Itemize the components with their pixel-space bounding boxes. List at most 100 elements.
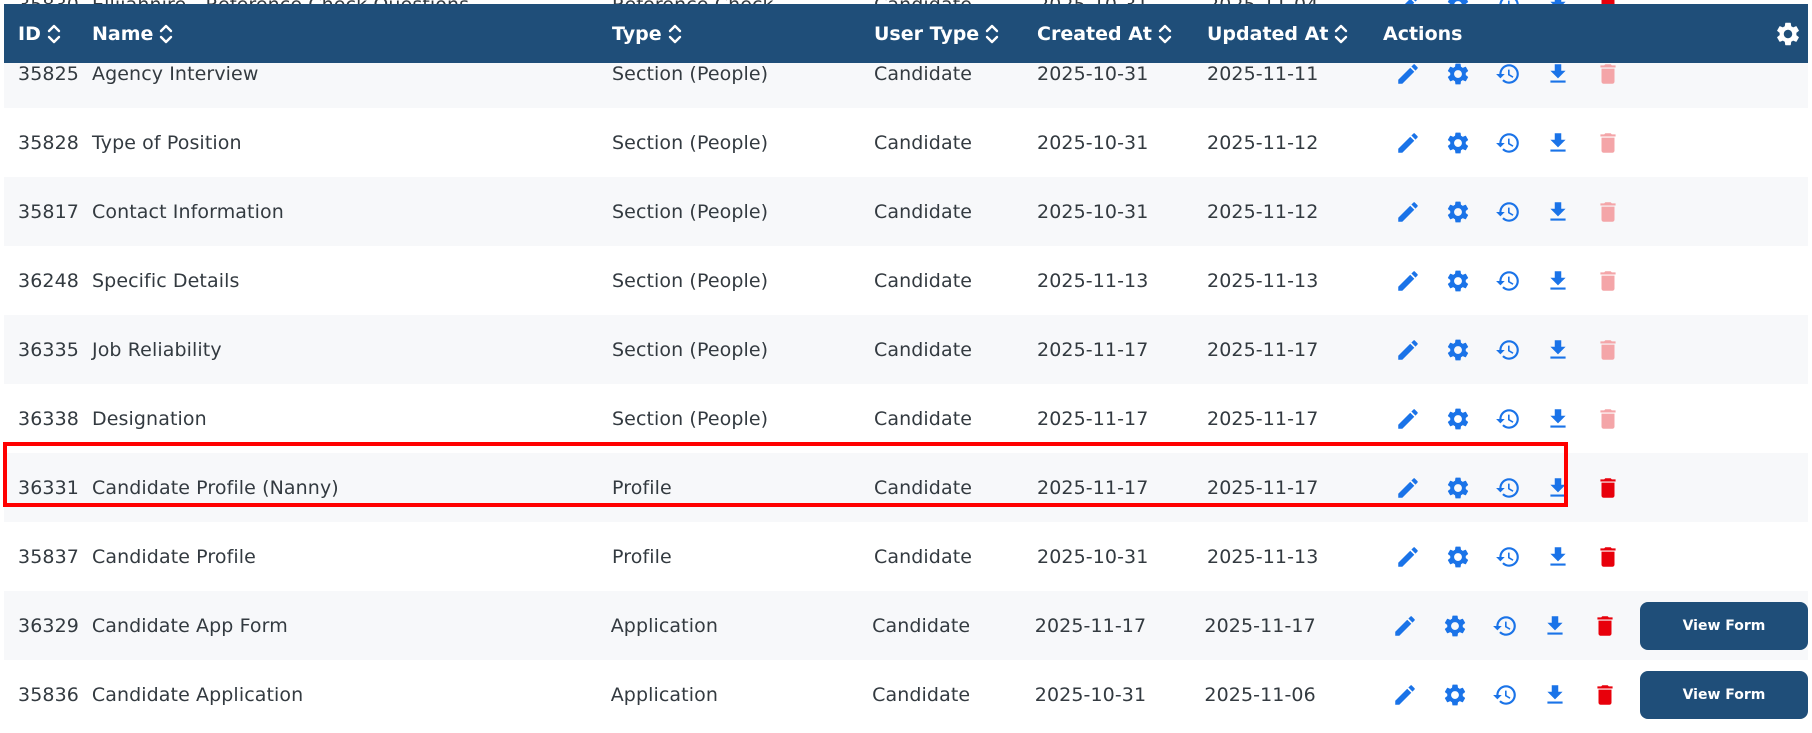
cell-user-type: Candidate [874, 269, 973, 292]
cell-user-type: Candidate [872, 614, 971, 637]
history-icon[interactable] [1480, 611, 1530, 641]
edit-icon[interactable] [1383, 542, 1433, 572]
edit-icon[interactable] [1383, 473, 1433, 503]
cell-created-at: 2025-10-31 [1037, 545, 1149, 568]
settings-icon[interactable] [1430, 680, 1480, 710]
download-icon[interactable] [1533, 128, 1583, 158]
cell-name: Candidate Application [91, 683, 304, 706]
delete-icon[interactable] [1580, 680, 1630, 710]
delete-icon [1583, 59, 1633, 89]
sort-icon[interactable] [985, 22, 999, 46]
row-actions [1383, 404, 1808, 434]
cell-type: Application [610, 683, 718, 706]
download-icon[interactable] [1533, 266, 1583, 296]
download-icon[interactable] [1530, 611, 1580, 641]
column-header-id[interactable]: ID [18, 22, 61, 46]
settings-icon[interactable] [1433, 542, 1483, 572]
download-icon[interactable] [1530, 680, 1580, 710]
edit-icon[interactable] [1383, 404, 1433, 434]
cell-user-type: Candidate [874, 131, 973, 154]
delete-icon [1583, 266, 1633, 296]
cell-created-at: 2025-10-31 [1034, 683, 1147, 706]
sort-icon[interactable] [668, 22, 682, 46]
settings-icon[interactable] [1433, 128, 1483, 158]
sort-icon[interactable] [159, 22, 173, 46]
edit-icon[interactable] [1383, 128, 1433, 158]
cell-name: Candidate Profile [92, 545, 256, 568]
table-header: ID Name Type User Type Created At Update… [4, 4, 1808, 63]
history-icon[interactable] [1483, 128, 1533, 158]
column-header-name[interactable]: Name [92, 22, 173, 46]
gear-icon[interactable] [1774, 20, 1802, 48]
cell-user-type: Candidate [874, 200, 973, 223]
cell-user-type: Candidate [874, 338, 973, 361]
download-icon[interactable] [1533, 404, 1583, 434]
column-header-user-type[interactable]: User Type [874, 22, 999, 46]
sort-icon[interactable] [1334, 22, 1348, 46]
cell-updated-at: 2025-11-17 [1207, 476, 1319, 499]
row-actions [1383, 473, 1808, 503]
edit-icon[interactable] [1383, 197, 1433, 227]
download-icon[interactable] [1533, 542, 1583, 572]
edit-icon[interactable] [1383, 335, 1433, 365]
history-icon[interactable] [1483, 59, 1533, 89]
cell-created-at: 2025-11-17 [1037, 407, 1149, 430]
cell-updated-at: 2025-11-17 [1207, 338, 1319, 361]
sort-icon[interactable] [1158, 22, 1172, 46]
cell-type: Application [610, 614, 718, 637]
sort-icon[interactable] [47, 22, 61, 46]
settings-icon[interactable] [1433, 335, 1483, 365]
row-actions [1383, 335, 1808, 365]
history-icon[interactable] [1480, 680, 1530, 710]
history-icon[interactable] [1483, 473, 1533, 503]
cell-created-at: 2025-10-31 [1037, 62, 1149, 85]
edit-icon[interactable] [1383, 59, 1433, 89]
cell-id: 36331 [18, 476, 79, 499]
history-icon[interactable] [1483, 266, 1533, 296]
cell-created-at: 2025-10-31 [1037, 131, 1149, 154]
cell-updated-at: 2025-11-17 [1204, 614, 1316, 637]
cell-user-type: Candidate [874, 545, 973, 568]
column-header-updated-at[interactable]: Updated At [1207, 22, 1348, 46]
cell-id: 35825 [18, 62, 79, 85]
cell-name: Agency Interview [92, 62, 259, 85]
download-icon[interactable] [1533, 335, 1583, 365]
cell-updated-at: 2025-11-13 [1207, 545, 1319, 568]
view-form-button[interactable]: View Form [1640, 601, 1808, 650]
view-form-button[interactable]: View Form [1640, 670, 1808, 719]
column-header-type[interactable]: Type [612, 22, 682, 46]
download-icon[interactable] [1533, 59, 1583, 89]
history-icon[interactable] [1483, 197, 1533, 227]
cell-id: 36329 [18, 614, 79, 637]
history-icon[interactable] [1483, 404, 1533, 434]
settings-icon[interactable] [1433, 473, 1483, 503]
history-icon[interactable] [1483, 335, 1533, 365]
delete-icon[interactable] [1580, 611, 1630, 641]
cell-name: Candidate Profile (Nanny) [92, 476, 339, 499]
download-icon[interactable] [1533, 473, 1583, 503]
row-actions: View Form [1380, 670, 1808, 719]
settings-icon[interactable] [1433, 404, 1483, 434]
settings-icon[interactable] [1433, 197, 1483, 227]
settings-icon[interactable] [1430, 611, 1480, 641]
delete-icon[interactable] [1583, 473, 1633, 503]
edit-icon[interactable] [1380, 680, 1430, 710]
column-header-created-at[interactable]: Created At [1037, 22, 1172, 46]
cell-type: Profile [612, 545, 672, 568]
edit-icon[interactable] [1380, 611, 1430, 641]
history-icon[interactable] [1483, 542, 1533, 572]
delete-icon[interactable] [1583, 542, 1633, 572]
row-actions [1383, 59, 1808, 89]
table-row: 36335 Job Reliability Section (People) Cand… [4, 315, 1808, 384]
cell-updated-at: 2025-11-17 [1207, 407, 1319, 430]
cell-id: 36335 [18, 338, 79, 361]
download-icon[interactable] [1533, 197, 1583, 227]
cell-user-type: Candidate [874, 476, 973, 499]
settings-icon[interactable] [1433, 266, 1483, 296]
table-row: 36338 Designation Section (People) Candidat… [4, 384, 1808, 453]
table-row: 36248 Specific Details Section (People) Can… [4, 246, 1808, 315]
edit-icon[interactable] [1383, 266, 1433, 296]
table-row: 35828 Type of Position Section (People) Can… [4, 108, 1808, 177]
settings-icon[interactable] [1433, 59, 1483, 89]
cell-user-type: Candidate [874, 407, 973, 430]
